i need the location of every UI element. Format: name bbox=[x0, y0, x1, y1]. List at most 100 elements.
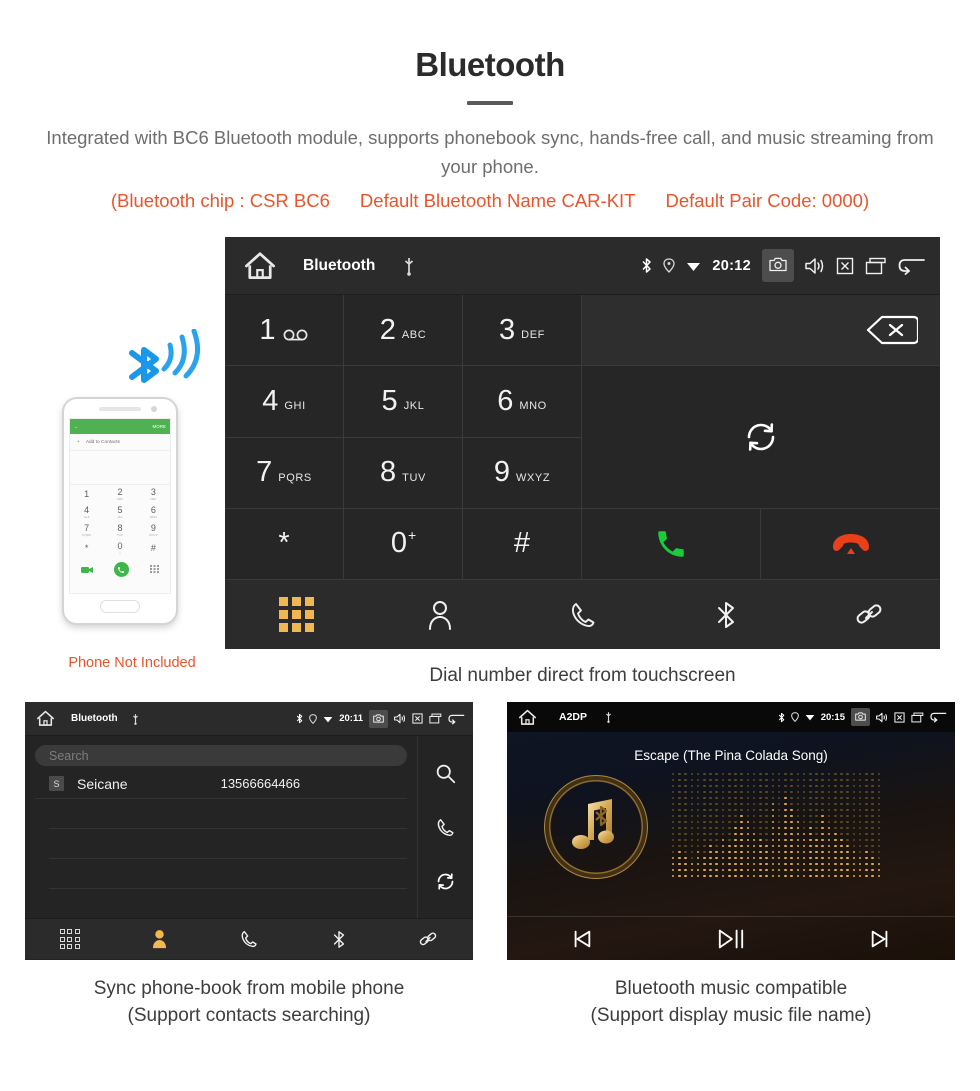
dial-key-8[interactable]: 8 TUV bbox=[344, 437, 463, 509]
dial-key-5[interactable]: 5 JKL bbox=[344, 366, 463, 438]
dial-key-star[interactable]: * bbox=[225, 508, 344, 580]
link-icon[interactable] bbox=[418, 929, 438, 950]
spectrum-dot bbox=[690, 826, 694, 830]
search-icon[interactable] bbox=[435, 763, 456, 784]
page-subtitle: Integrated with BC6 Bluetooth module, su… bbox=[46, 127, 934, 177]
spectrum-dot bbox=[815, 796, 818, 800]
spectrum-dot bbox=[821, 796, 825, 800]
recents-icon[interactable] bbox=[911, 712, 924, 723]
mute-icon[interactable] bbox=[412, 713, 423, 724]
nav-dialpad[interactable] bbox=[225, 597, 368, 632]
play-pause-button[interactable] bbox=[656, 926, 805, 952]
contact-row[interactable]: S Seicane 13566664466 bbox=[35, 769, 407, 799]
dialpad-icon[interactable] bbox=[279, 597, 314, 632]
sync-icon[interactable] bbox=[743, 419, 779, 455]
call-icon[interactable] bbox=[435, 817, 456, 838]
phone-key: 3 DEF bbox=[137, 485, 170, 503]
mute-icon[interactable] bbox=[836, 257, 854, 275]
backspace-icon[interactable] bbox=[866, 315, 918, 345]
spectrum-dot bbox=[852, 814, 856, 818]
spectrum-dot bbox=[715, 778, 719, 782]
play-pause-icon[interactable] bbox=[717, 926, 745, 952]
spectrum-dot bbox=[821, 814, 825, 818]
music-caption-line2: (Support display music file name) bbox=[590, 1005, 872, 1026]
back-icon[interactable] bbox=[898, 256, 926, 276]
back-icon[interactable] bbox=[930, 711, 947, 723]
search-input[interactable]: Search bbox=[35, 745, 407, 766]
dial-key-2[interactable]: 2 ABC bbox=[344, 295, 463, 367]
next-button[interactable] bbox=[806, 928, 955, 950]
next-icon[interactable] bbox=[869, 928, 891, 950]
dial-key-3[interactable]: 3 DEF bbox=[463, 295, 582, 367]
volume-icon[interactable] bbox=[394, 713, 406, 724]
camera-icon[interactable] bbox=[762, 249, 794, 282]
link-icon[interactable] bbox=[854, 599, 884, 631]
spectrum-dot bbox=[690, 808, 694, 812]
nav-contacts[interactable] bbox=[368, 600, 511, 630]
key-digit: 5 bbox=[381, 384, 398, 417]
contacts-list: Search S Seicane 13566664466 bbox=[25, 736, 417, 918]
home-icon[interactable] bbox=[243, 251, 277, 281]
dial-key-9[interactable]: 9 WXYZ bbox=[463, 437, 582, 509]
bluetooth-signal-icon bbox=[129, 329, 201, 383]
spectrum-dot bbox=[702, 814, 706, 818]
key-letters: MNO bbox=[519, 400, 547, 413]
nav-link[interactable] bbox=[383, 929, 473, 950]
back-icon[interactable] bbox=[448, 713, 465, 725]
location-icon bbox=[309, 713, 318, 724]
home-icon[interactable] bbox=[518, 709, 537, 726]
spectrum-dot bbox=[752, 808, 756, 812]
spectrum-dot bbox=[690, 778, 694, 782]
wifi-icon bbox=[805, 715, 815, 721]
recents-icon[interactable] bbox=[429, 713, 442, 724]
contacts-icon[interactable] bbox=[427, 600, 453, 630]
nav-calllog[interactable] bbox=[511, 600, 654, 630]
nav-bluetooth[interactable] bbox=[654, 599, 797, 631]
dialpad-icon[interactable] bbox=[59, 929, 80, 949]
spectrum-dot bbox=[765, 838, 768, 842]
number-display[interactable] bbox=[582, 295, 940, 367]
bluetooth-icon[interactable] bbox=[715, 599, 737, 631]
nav-calllog[interactable] bbox=[204, 929, 294, 949]
sync-contacts-button[interactable] bbox=[582, 366, 940, 509]
music-title: A2DP bbox=[559, 711, 588, 723]
spectrum-dot bbox=[784, 856, 787, 860]
home-icon[interactable] bbox=[36, 710, 55, 727]
spectrum-dot bbox=[696, 838, 700, 842]
dial-key-hash[interactable]: # bbox=[463, 508, 582, 580]
bluetooth-icon[interactable] bbox=[332, 929, 346, 950]
hangup-icon[interactable] bbox=[830, 532, 872, 556]
key-digit: * bbox=[278, 527, 290, 560]
previous-icon[interactable] bbox=[571, 928, 593, 950]
spectrum-dot bbox=[777, 850, 781, 854]
call-handset-icon[interactable] bbox=[654, 527, 688, 561]
sync-icon[interactable] bbox=[435, 871, 456, 892]
camera-icon[interactable] bbox=[851, 708, 870, 726]
dial-key-4[interactable]: 4 GHI bbox=[225, 366, 344, 438]
camera-icon[interactable] bbox=[369, 709, 388, 728]
spectrum-dot bbox=[746, 844, 750, 848]
volume-icon[interactable] bbox=[805, 257, 825, 275]
previous-button[interactable] bbox=[507, 928, 656, 950]
dial-key-7[interactable]: 7 PQRS bbox=[225, 437, 344, 509]
recents-icon[interactable] bbox=[865, 257, 887, 275]
calllog-icon[interactable] bbox=[239, 929, 259, 949]
dial-key-0[interactable]: 0 + bbox=[344, 508, 463, 580]
nav-contacts[interactable] bbox=[115, 929, 205, 949]
mute-icon[interactable] bbox=[894, 711, 905, 723]
spectrum-dot bbox=[802, 802, 806, 806]
nav-bluetooth[interactable] bbox=[294, 929, 384, 950]
dial-key-6[interactable]: 6 MNO bbox=[463, 366, 582, 438]
dialer-bottom-nav bbox=[225, 580, 940, 649]
volume-icon[interactable] bbox=[876, 712, 888, 723]
nav-dialpad[interactable] bbox=[25, 929, 115, 949]
nav-link[interactable] bbox=[797, 599, 940, 631]
call-button[interactable] bbox=[582, 508, 761, 580]
hangup-button[interactable] bbox=[761, 509, 940, 580]
spectrum-dot bbox=[815, 844, 818, 848]
contacts-icon[interactable] bbox=[151, 929, 168, 949]
spectrum-dot bbox=[709, 856, 712, 860]
phone-key-digit: 1 bbox=[84, 488, 90, 499]
dial-key-1[interactable]: 1 bbox=[225, 295, 344, 367]
calllog-icon[interactable] bbox=[568, 600, 598, 630]
